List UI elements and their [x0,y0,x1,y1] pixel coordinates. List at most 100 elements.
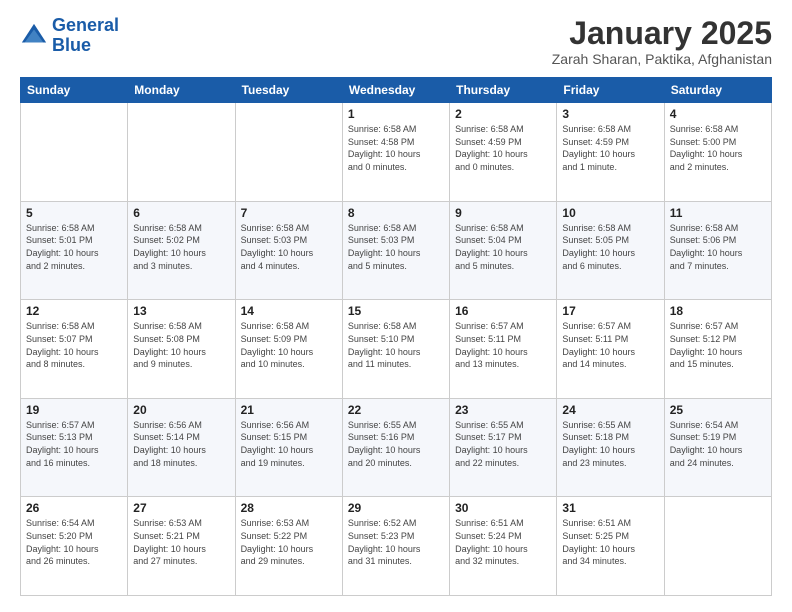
week-row-4: 19Sunrise: 6:57 AM Sunset: 5:13 PM Dayli… [21,398,772,497]
calendar-cell-4-2: 28Sunrise: 6:53 AM Sunset: 5:22 PM Dayli… [235,497,342,596]
calendar-cell-4-3: 29 Sunrise: 6:52 AM Sunset: 5:23 PM Dayli… [342,497,449,596]
day-info: Sunrise: 6:55 AM Sunset: 5:18 PM Dayligh… [562,419,658,469]
day-info: Sunrise: 6:57 AM Sunset: 5:12 PM Dayligh… [670,320,766,370]
day-info: Sunrise: 6:58 AM Sunset: 5:01 PM Dayligh… [26,222,122,272]
calendar-cell-2-6: 18 Sunrise: 6:57 AM Sunset: 5:12 PM Dayli… [664,300,771,399]
week-row-2: 5 Sunrise: 6:58 AM Sunset: 5:01 PM Daylig… [21,201,772,300]
day-info: Sunrise: 6:58 AM Sunset: 5:08 PM Dayligh… [133,320,229,370]
week-row-5: 26 Sunrise: 6:54 AM Sunset: 5:20 PM Dayli… [21,497,772,596]
calendar-table: Sunday Monday Tuesday Wednesday Thursday… [20,77,772,596]
calendar-cell-2-0: 12Sunrise: 6:58 AM Sunset: 5:07 PM Dayli… [21,300,128,399]
logo: General Blue [20,16,119,56]
calendar-cell-3-1: 20 Sunrise: 6:56 AM Sunset: 5:14 PM Dayli… [128,398,235,497]
day-number: 5 [26,206,122,220]
header-tuesday: Tuesday [235,78,342,103]
calendar-cell-0-4: 2Sunrise: 6:58 AM Sunset: 4:59 PM Daylig… [450,103,557,202]
week-row-3: 12Sunrise: 6:58 AM Sunset: 5:07 PM Dayli… [21,300,772,399]
calendar-cell-4-4: 30 Sunrise: 6:51 AM Sunset: 5:24 PM Dayli… [450,497,557,596]
day-info: Sunrise: 6:54 AM Sunset: 5:20 PM Dayligh… [26,517,122,567]
calendar-cell-3-2: 21 Sunrise: 6:56 AM Sunset: 5:15 PM Dayli… [235,398,342,497]
calendar-cell-0-1 [128,103,235,202]
day-number: 21 [241,403,337,417]
header-wednesday: Wednesday [342,78,449,103]
calendar-cell-0-6: 4Sunrise: 6:58 AM Sunset: 5:00 PM Daylig… [664,103,771,202]
day-number: 3 [562,107,658,121]
day-number: 29 [348,501,444,515]
day-info: Sunrise: 6:58 AM Sunset: 5:03 PM Dayligh… [241,222,337,272]
calendar-cell-1-5: 10 Sunrise: 6:58 AM Sunset: 5:05 PM Dayli… [557,201,664,300]
day-number: 15 [348,304,444,318]
calendar-cell-3-3: 22 Sunrise: 6:55 AM Sunset: 5:16 PM Dayli… [342,398,449,497]
day-number: 14 [241,304,337,318]
day-number: 28 [241,501,337,515]
day-number: 26 [26,501,122,515]
header-friday: Friday [557,78,664,103]
calendar-cell-2-4: 16 Sunrise: 6:57 AM Sunset: 5:11 PM Dayli… [450,300,557,399]
day-info: Sunrise: 6:55 AM Sunset: 5:17 PM Dayligh… [455,419,551,469]
logo-text: General Blue [52,16,119,56]
day-info: Sunrise: 6:58 AM Sunset: 4:58 PM Dayligh… [348,123,444,173]
day-info: Sunrise: 6:58 AM Sunset: 5:10 PM Dayligh… [348,320,444,370]
day-number: 6 [133,206,229,220]
day-info: Sunrise: 6:53 AM Sunset: 5:21 PM Dayligh… [133,517,229,567]
day-number: 13 [133,304,229,318]
day-number: 16 [455,304,551,318]
day-info: Sunrise: 6:56 AM Sunset: 5:14 PM Dayligh… [133,419,229,469]
day-number: 1 [348,107,444,121]
day-number: 10 [562,206,658,220]
day-info: Sunrise: 6:52 AM Sunset: 5:23 PM Dayligh… [348,517,444,567]
day-info: Sunrise: 6:58 AM Sunset: 5:06 PM Dayligh… [670,222,766,272]
calendar-cell-4-0: 26 Sunrise: 6:54 AM Sunset: 5:20 PM Dayli… [21,497,128,596]
day-number: 4 [670,107,766,121]
day-number: 23 [455,403,551,417]
day-info: Sunrise: 6:58 AM Sunset: 5:09 PM Dayligh… [241,320,337,370]
calendar-cell-1-6: 11 Sunrise: 6:58 AM Sunset: 5:06 PM Dayli… [664,201,771,300]
day-info: Sunrise: 6:55 AM Sunset: 5:16 PM Dayligh… [348,419,444,469]
day-number: 22 [348,403,444,417]
weekday-header-row: Sunday Monday Tuesday Wednesday Thursday… [21,78,772,103]
day-info: Sunrise: 6:54 AM Sunset: 5:19 PM Dayligh… [670,419,766,469]
day-number: 31 [562,501,658,515]
day-number: 17 [562,304,658,318]
day-number: 2 [455,107,551,121]
day-number: 18 [670,304,766,318]
day-info: Sunrise: 6:58 AM Sunset: 5:04 PM Dayligh… [455,222,551,272]
day-number: 24 [562,403,658,417]
header-saturday: Saturday [664,78,771,103]
calendar-cell-1-2: 7 Sunrise: 6:58 AM Sunset: 5:03 PM Daylig… [235,201,342,300]
day-info: Sunrise: 6:56 AM Sunset: 5:15 PM Dayligh… [241,419,337,469]
day-info: Sunrise: 6:57 AM Sunset: 5:11 PM Dayligh… [455,320,551,370]
calendar-cell-0-0 [21,103,128,202]
calendar-cell-3-0: 19Sunrise: 6:57 AM Sunset: 5:13 PM Dayli… [21,398,128,497]
calendar-cell-4-1: 27 Sunrise: 6:53 AM Sunset: 5:21 PM Dayli… [128,497,235,596]
page-header: General Blue January 2025 Zarah Sharan, … [20,16,772,67]
day-info: Sunrise: 6:57 AM Sunset: 5:13 PM Dayligh… [26,419,122,469]
day-number: 27 [133,501,229,515]
calendar-cell-1-3: 8Sunrise: 6:58 AM Sunset: 5:03 PM Daylig… [342,201,449,300]
calendar-cell-1-1: 6 Sunrise: 6:58 AM Sunset: 5:02 PM Daylig… [128,201,235,300]
day-info: Sunrise: 6:58 AM Sunset: 5:05 PM Dayligh… [562,222,658,272]
week-row-1: 1 Sunrise: 6:58 AM Sunset: 4:58 PM Daylig… [21,103,772,202]
day-number: 7 [241,206,337,220]
calendar-cell-3-6: 25Sunrise: 6:54 AM Sunset: 5:19 PM Dayli… [664,398,771,497]
day-info: Sunrise: 6:51 AM Sunset: 5:24 PM Dayligh… [455,517,551,567]
calendar-cell-1-4: 9Sunrise: 6:58 AM Sunset: 5:04 PM Daylig… [450,201,557,300]
calendar-cell-2-5: 17Sunrise: 6:57 AM Sunset: 5:11 PM Dayli… [557,300,664,399]
day-info: Sunrise: 6:58 AM Sunset: 4:59 PM Dayligh… [562,123,658,173]
calendar-title: January 2025 [552,16,772,51]
calendar-cell-1-0: 5 Sunrise: 6:58 AM Sunset: 5:01 PM Daylig… [21,201,128,300]
day-number: 20 [133,403,229,417]
calendar-subtitle: Zarah Sharan, Paktika, Afghanistan [552,51,772,67]
day-info: Sunrise: 6:58 AM Sunset: 5:07 PM Dayligh… [26,320,122,370]
calendar-cell-0-5: 3 Sunrise: 6:58 AM Sunset: 4:59 PM Daylig… [557,103,664,202]
day-number: 11 [670,206,766,220]
calendar-cell-2-1: 13 Sunrise: 6:58 AM Sunset: 5:08 PM Dayli… [128,300,235,399]
calendar-cell-2-3: 15 Sunrise: 6:58 AM Sunset: 5:10 PM Dayli… [342,300,449,399]
day-info: Sunrise: 6:51 AM Sunset: 5:25 PM Dayligh… [562,517,658,567]
day-number: 30 [455,501,551,515]
calendar-cell-4-5: 31 Sunrise: 6:51 AM Sunset: 5:25 PM Dayli… [557,497,664,596]
day-info: Sunrise: 6:58 AM Sunset: 5:02 PM Dayligh… [133,222,229,272]
calendar-cell-0-3: 1 Sunrise: 6:58 AM Sunset: 4:58 PM Daylig… [342,103,449,202]
calendar-cell-3-4: 23 Sunrise: 6:55 AM Sunset: 5:17 PM Dayli… [450,398,557,497]
header-monday: Monday [128,78,235,103]
